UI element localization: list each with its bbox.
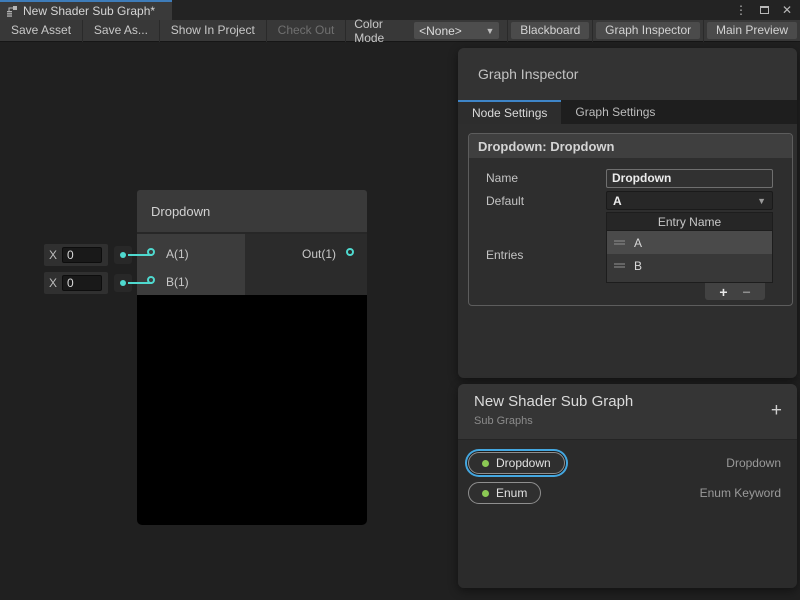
entries-table-header: Entry Name	[607, 213, 772, 231]
blackboard-subtitle: Sub Graphs	[474, 415, 781, 427]
float-value-field-b[interactable]: 0	[62, 275, 102, 291]
edge-b	[128, 282, 152, 284]
default-dropdown[interactable]: A ▼	[606, 191, 773, 210]
close-icon[interactable]: ✕	[782, 4, 792, 16]
subgraph-asset-icon	[6, 5, 18, 17]
drag-handle-icon[interactable]	[614, 240, 625, 245]
graph-inspector-title: Graph Inspector	[478, 66, 578, 82]
maximize-icon[interactable]	[760, 6, 769, 14]
dropdown-property-pill[interactable]: Dropdown	[468, 452, 565, 474]
window-menu-icon[interactable]: ⋮	[735, 4, 747, 16]
output-port-label: Out(1)	[302, 247, 336, 261]
tab-graph-settings[interactable]: Graph Settings	[561, 100, 669, 124]
node-input-column	[137, 234, 245, 295]
pill-label: Enum	[496, 486, 527, 500]
blackboard-row-enum: Enum Enum Keyword	[458, 478, 797, 508]
node-output-column	[245, 234, 367, 295]
graph-inspector-toggle-button[interactable]: Graph Inspector	[596, 22, 700, 39]
toolbar-divider	[507, 20, 508, 42]
exposed-dot-icon	[482, 490, 489, 497]
node-title: Dropdown	[151, 204, 210, 219]
exposed-dot-icon	[482, 460, 489, 467]
blackboard-row-dropdown: Dropdown Dropdown	[458, 448, 797, 478]
edge-a	[128, 254, 152, 256]
float-input-a: X 0	[44, 244, 108, 266]
float-input-b: X 0	[44, 272, 108, 294]
dropdown-node[interactable]: Dropdown A(1) B(1) Out(1)	[137, 190, 367, 525]
remove-entry-button[interactable]: −	[743, 285, 751, 299]
properties-box-title: Dropdown: Dropdown	[469, 134, 792, 158]
entry-row-b[interactable]: B	[607, 254, 772, 277]
blackboard-toggle-button[interactable]: Blackboard	[511, 22, 589, 39]
graph-inspector-header[interactable]: Graph Inspector	[458, 48, 797, 100]
pill-label: Dropdown	[496, 456, 551, 470]
toolbar-divider	[592, 20, 593, 42]
default-value: A	[613, 194, 622, 208]
blackboard-title: New Shader Sub Graph	[474, 393, 781, 410]
output-port-out[interactable]	[346, 248, 354, 256]
show-in-project-button[interactable]: Show In Project	[160, 20, 266, 42]
document-tab-title: New Shader Sub Graph*	[23, 4, 155, 18]
entries-table: Entry Name A B	[606, 212, 773, 283]
name-field[interactable]: Dropdown	[606, 169, 773, 188]
unity-shader-graph-window: New Shader Sub Graph* ⋮ ✕ Save Asset Sav…	[0, 0, 800, 600]
save-asset-button[interactable]: Save Asset	[0, 20, 82, 42]
property-type-label: Dropdown	[726, 456, 781, 470]
main-preview-toggle-button[interactable]: Main Preview	[707, 22, 797, 39]
graph-inspector-panel: Graph Inspector Node Settings Graph Sett…	[458, 48, 797, 378]
save-as-button[interactable]: Save As...	[83, 20, 159, 42]
blackboard-items: Dropdown Dropdown Enum Enum Keyword	[458, 440, 797, 588]
color-mode-dropdown[interactable]: <None> ▼	[414, 22, 499, 39]
add-entry-button[interactable]: +	[719, 285, 727, 299]
tab-node-settings[interactable]: Node Settings	[458, 100, 561, 124]
inspector-tabs: Node Settings Graph Settings	[458, 100, 797, 124]
name-label: Name	[486, 171, 518, 185]
node-title-bar[interactable]: Dropdown	[137, 190, 367, 234]
entries-list-controls: + −	[705, 283, 765, 300]
entry-name: A	[634, 236, 642, 250]
enum-property-pill[interactable]: Enum	[468, 482, 541, 504]
axis-label: X	[49, 276, 57, 290]
chevron-down-icon: ▼	[757, 196, 766, 206]
drag-handle-icon[interactable]	[614, 263, 625, 268]
color-mode-value: <None>	[419, 24, 462, 38]
active-tab-indicator	[0, 0, 172, 2]
dropdown-properties-box: Dropdown: Dropdown Name Dropdown Default…	[468, 133, 793, 306]
check-out-button: Check Out	[267, 20, 346, 42]
axis-label: X	[49, 248, 57, 262]
blackboard-panel: New Shader Sub Graph Sub Graphs + Dropdo…	[458, 384, 797, 588]
input-port-a-label: A(1)	[166, 247, 189, 261]
node-settings-content: Dropdown: Dropdown Name Dropdown Default…	[458, 124, 797, 378]
document-tab[interactable]: New Shader Sub Graph*	[0, 0, 172, 20]
toolbar-divider	[703, 20, 704, 42]
float-value-field-a[interactable]: 0	[62, 247, 102, 263]
input-port-b-label: B(1)	[166, 275, 189, 289]
add-property-button[interactable]: +	[771, 401, 782, 420]
node-preview	[137, 295, 367, 525]
property-type-label: Enum Keyword	[700, 486, 781, 500]
chevron-down-icon: ▼	[485, 26, 494, 36]
toolbar: Save Asset Save As... Show In Project Ch…	[0, 20, 800, 42]
blackboard-header[interactable]: New Shader Sub Graph Sub Graphs +	[458, 384, 797, 440]
color-mode-label: Color Mode	[346, 17, 414, 45]
node-body: A(1) B(1) Out(1)	[137, 234, 367, 295]
entry-row-a[interactable]: A	[607, 231, 772, 254]
default-label: Default	[486, 194, 524, 208]
entries-label: Entries	[486, 248, 523, 262]
entry-name: B	[634, 259, 642, 273]
